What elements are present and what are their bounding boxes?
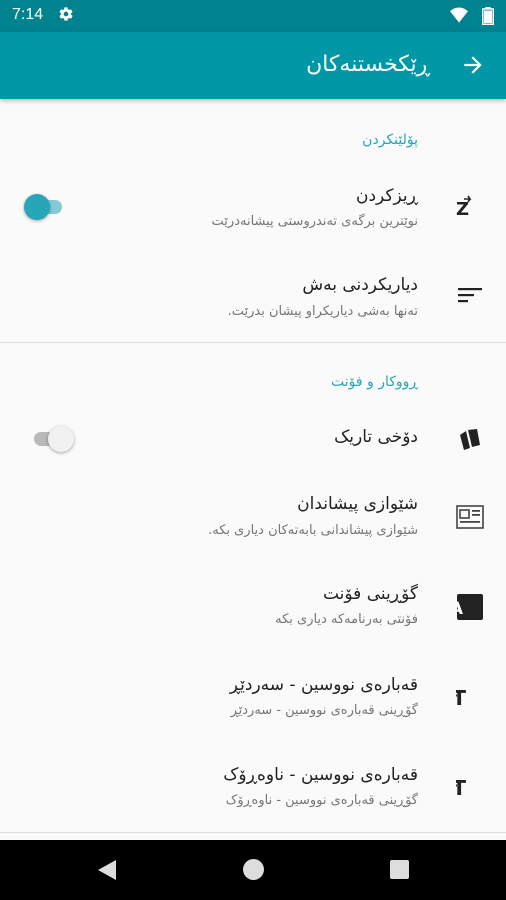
app-bar: ڕێکخستنەکان: [0, 32, 506, 99]
font-a-icon: A: [454, 591, 486, 623]
text-size-icon: T T: [454, 771, 486, 803]
section-header-sorting: پۆلێنکردن: [362, 132, 418, 148]
change-font-title: گۆڕینی فۆنت: [322, 584, 418, 604]
section-filter-summary: تەنها بەشی دیاریکراو پیشان بدرێت.: [227, 304, 418, 319]
filter-lines-icon: [454, 279, 486, 311]
article-icon: [454, 501, 486, 533]
cards-icon: [454, 423, 486, 455]
section-divider: [0, 832, 506, 833]
section-divider: [0, 342, 506, 343]
text-size-icon: T T: [454, 681, 486, 713]
content-size-summary: گۆڕینی قەبارەی نووسین - ناوەڕۆک: [225, 793, 418, 808]
dark-mode-preference[interactable]: دۆخی تاریک: [0, 411, 506, 467]
title-size-summary: گۆڕینی قەبارەی نووسین - سەردێڕ: [230, 703, 418, 718]
title-size-title: قەبارەی نووسین - سەردێڕ: [229, 675, 418, 695]
sort-summary: نوێترین برگەی تەندروستی پیشانەدرێت: [211, 214, 418, 229]
settings-gear-icon: [58, 6, 74, 26]
settings-list: پۆلێنکردن A Z ڕیزکردن نوێترین برگەی تەند…: [0, 99, 506, 840]
section-filter-title: دیاریکردنی بەش: [302, 275, 418, 295]
sort-toggle[interactable]: [24, 194, 64, 220]
sort-az-icon: A Z: [454, 191, 486, 223]
preview-style-preference[interactable]: شێوازی پیشاندان شێوازی پیشاندانی بابەتەک…: [0, 479, 506, 559]
dark-mode-title: دۆخی تاریک: [334, 427, 418, 447]
toggle-thumb: [24, 194, 50, 220]
nav-back-icon[interactable]: [96, 858, 118, 882]
change-font-summary: فۆنتی بەرنامەکە دیاری بکە: [275, 612, 418, 627]
content-size-preference[interactable]: T T قەبارەی نووسین - ناوەڕۆک گۆڕینی قەبا…: [0, 751, 506, 831]
title-size-preference[interactable]: T T قەبارەی نووسین - سەردێڕ گۆڕینی قەبار…: [0, 661, 506, 741]
battery-icon: [482, 7, 494, 29]
page-title: ڕێکخستنەکان: [306, 52, 430, 77]
dark-mode-toggle[interactable]: [34, 426, 74, 452]
arrow-forward-icon[interactable]: [460, 52, 486, 78]
content-size-title: قەبارەی نووسین - ناوەڕۆک: [223, 765, 418, 785]
section-header-appearance: ڕووکار و فۆنت: [331, 374, 418, 390]
svg-text:T: T: [456, 776, 466, 799]
nav-home-icon[interactable]: [243, 859, 264, 880]
wifi-icon: [450, 7, 468, 27]
svg-text:T: T: [456, 686, 466, 709]
sort-preference[interactable]: A Z ڕیزکردن نوێترین برگەی تەندروستی پیشا…: [0, 171, 506, 247]
svg-text:Z: Z: [456, 199, 469, 219]
status-bar: 7:14: [0, 0, 506, 32]
system-nav-bar: [0, 840, 506, 900]
section-filter-preference[interactable]: دیاریکردنی بەش تەنها بەشی دیاریکراو پیشا…: [0, 257, 506, 337]
toggle-thumb: [48, 426, 74, 452]
change-font-preference[interactable]: A گۆڕینی فۆنت فۆنتی بەرنامەکە دیاری بکە: [0, 569, 506, 649]
preview-style-summary: شێوازی پیشاندانی بابەتەکان دیاری بکە.: [208, 523, 418, 538]
nav-recents-icon[interactable]: [390, 860, 409, 879]
clock: 7:14: [12, 6, 44, 23]
sort-title: ڕیزکردن: [355, 186, 418, 206]
preview-style-title: شێوازی پیشاندان: [297, 494, 418, 514]
svg-text:A: A: [457, 599, 464, 619]
